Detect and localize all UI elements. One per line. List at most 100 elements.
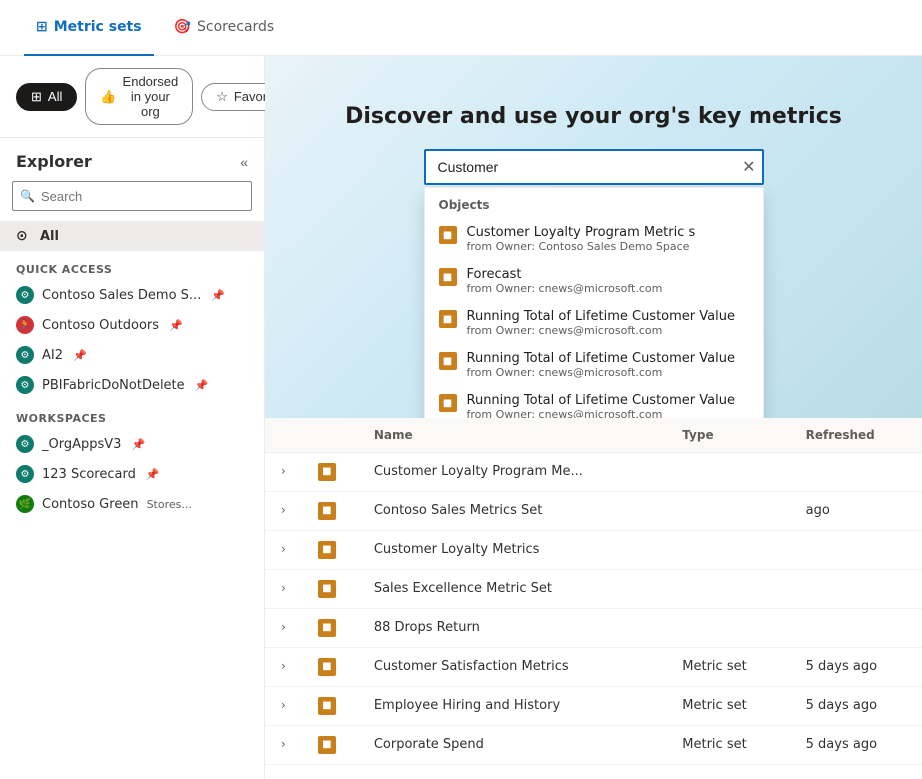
ws-pin-1: 📌 [146,468,160,481]
dropdown-item-name-3: Running Total of Lifetime Customer Value [467,351,735,366]
table-row-2[interactable]: › ■ Customer Loyalty Metrics [265,530,922,569]
all-nav-icon: ⊙ [16,228,32,244]
hero-content: Discover and use your org's key metrics … [265,56,922,205]
explorer-search: 🔍 [12,181,252,211]
workspace-item-label-0: _OrgAppsV3 [42,437,121,452]
row-expand-7: › [265,725,302,764]
dropdown-item-sub-0: from Owner: Contoso Sales Demo Space [467,240,696,253]
hero-title: Discover and use your org's key metrics [345,104,842,129]
workspace-item-1[interactable]: ⚙ 123 Scorecard 📌 [0,459,264,489]
row-refreshed-3 [790,569,922,608]
filter-all-button[interactable]: ⊞ All [16,83,77,111]
row-expand-6: › [265,686,302,725]
ws-pin-0: 📌 [131,438,145,451]
metrics-table: Name Type Refreshed › ■ Customer Loyalty… [265,418,922,765]
col-expand [265,418,302,453]
nav-item-all[interactable]: ⊙ All [0,221,264,251]
dropdown-item-text-4: Running Total of Lifetime Customer Value… [467,393,735,418]
row-name-5: Customer Satisfaction Metrics [358,647,666,686]
table-row-3[interactable]: › ■ Sales Excellence Metric Set [265,569,922,608]
dropdown-item-1[interactable]: ■ Forecast from Owner: cnews@microsoft.c… [425,260,763,302]
table-row-0[interactable]: › ■ Customer Loyalty Program Me... [265,452,922,491]
row-refreshed-1: ago [790,491,922,530]
quick-access-label-1: Contoso Outdoors [42,318,159,333]
dropdown-section-label: Objects [425,188,763,218]
dropdown-item-sub-2: from Owner: cnews@microsoft.com [467,324,735,337]
col-type: Type [666,418,789,453]
dropdown-item-name-0: Customer Loyalty Program Metric s [467,225,696,240]
workspace-item-2[interactable]: 🌿 Contoso Green Stores... [0,489,264,519]
row-name-3: Sales Excellence Metric Set [358,569,666,608]
dropdown-item-4[interactable]: ■ Running Total of Lifetime Customer Val… [425,386,763,418]
search-clear-button[interactable]: ✕ [742,157,755,177]
workspace-icon-2: ⚙ [16,346,34,364]
row-icon-2: ■ [302,530,358,569]
row-refreshed-0 [790,452,922,491]
quick-access-item-1[interactable]: 🏃 Contoso Outdoors 📌 [0,310,264,340]
row-expand-5: › [265,647,302,686]
row-type-2 [666,530,789,569]
row-icon-6: ■ [302,686,358,725]
workspace-icon-1: 🏃 [16,316,34,334]
quick-access-label: Quick access [0,251,264,280]
all-icon: ⊞ [31,89,42,105]
hero-search-input[interactable] [424,149,764,185]
metric-sets-icon: ⊞ [36,19,48,35]
row-icon-0: ■ [302,452,358,491]
row-icon-4: ■ [302,608,358,647]
filter-endorsed-button[interactable]: 👍 Endorsed in your org [85,68,193,125]
row-type-1 [666,491,789,530]
tab-scorecards[interactable]: 🎯 Scorecards [162,0,287,56]
row-name-7: Corporate Spend [358,725,666,764]
table-row-1[interactable]: › ■ Contoso Sales Metrics Set ago [265,491,922,530]
row-name-6: Employee Hiring and History [358,686,666,725]
table-row-7[interactable]: › ■ Corporate Spend Metric set 5 days ag… [265,725,922,764]
quick-access-item-0[interactable]: ⚙ Contoso Sales Demo S... 📌 [0,280,264,310]
ws-icon-1: ⚙ [16,465,34,483]
pin-icon-3: 📌 [195,379,209,392]
table-row-4[interactable]: › ■ 88 Drops Return [265,608,922,647]
row-refreshed-6: 5 days ago [790,686,922,725]
row-icon-3: ■ [302,569,358,608]
dropdown-item-name-4: Running Total of Lifetime Customer Value [467,393,735,408]
row-type-3 [666,569,789,608]
table-header-row: Name Type Refreshed [265,418,922,453]
row-name-0: Customer Loyalty Program Me... [358,452,666,491]
row-expand-0: › [265,452,302,491]
top-navigation: ⊞ Metric sets 🎯 Scorecards [0,0,922,56]
quick-access-label-2: AI2 [42,348,63,363]
filter-row: ⊞ All 👍 Endorsed in your org ☆ Favorites [0,56,264,138]
workspace-item-0[interactable]: ⚙ _OrgAppsV3 📌 [0,429,264,459]
quick-access-item-2[interactable]: ⚙ AI2 📌 [0,340,264,370]
row-icon-7: ■ [302,725,358,764]
ws-icon-2: 🌿 [16,495,34,513]
row-type-4 [666,608,789,647]
row-type-5: Metric set [666,647,789,686]
scorecards-icon: 🎯 [174,19,191,35]
pin-icon-1: 📌 [169,319,183,332]
table-row-5[interactable]: › ■ Customer Satisfaction Metrics Metric… [265,647,922,686]
tab-metric-sets[interactable]: ⊞ Metric sets [24,0,154,56]
row-icon-5: ■ [302,647,358,686]
dropdown-item-text-1: Forecast from Owner: cnews@microsoft.com [467,267,663,295]
content-area: Discover and use your org's key metrics … [265,56,922,779]
dropdown-item-0[interactable]: ■ Customer Loyalty Program Metric s from… [425,218,763,260]
row-refreshed-7: 5 days ago [790,725,922,764]
table-row-6[interactable]: › ■ Employee Hiring and History Metric s… [265,686,922,725]
pin-icon-0: 📌 [211,289,225,302]
table-container: Name Type Refreshed › ■ Customer Loyalty… [265,418,922,779]
dropdown-item-3[interactable]: ■ Running Total of Lifetime Customer Val… [425,344,763,386]
dropdown-item-icon-2: ■ [439,310,457,328]
row-type-0 [666,452,789,491]
explorer-search-input[interactable] [12,181,252,211]
collapse-button[interactable]: « [240,154,248,170]
workspace-item-label-2: Contoso Green [42,497,139,512]
endorsed-icon: 👍 [100,89,116,105]
quick-access-label-3: PBIFabricDoNotDelete [42,378,185,393]
dropdown-item-text-0: Customer Loyalty Program Metric s from O… [467,225,696,253]
workspace-icon-3: ⚙ [16,376,34,394]
quick-access-item-3[interactable]: ⚙ PBIFabricDoNotDelete 📌 [0,370,264,400]
dropdown-item-2[interactable]: ■ Running Total of Lifetime Customer Val… [425,302,763,344]
dropdown-item-text-3: Running Total of Lifetime Customer Value… [467,351,735,379]
row-refreshed-5: 5 days ago [790,647,922,686]
